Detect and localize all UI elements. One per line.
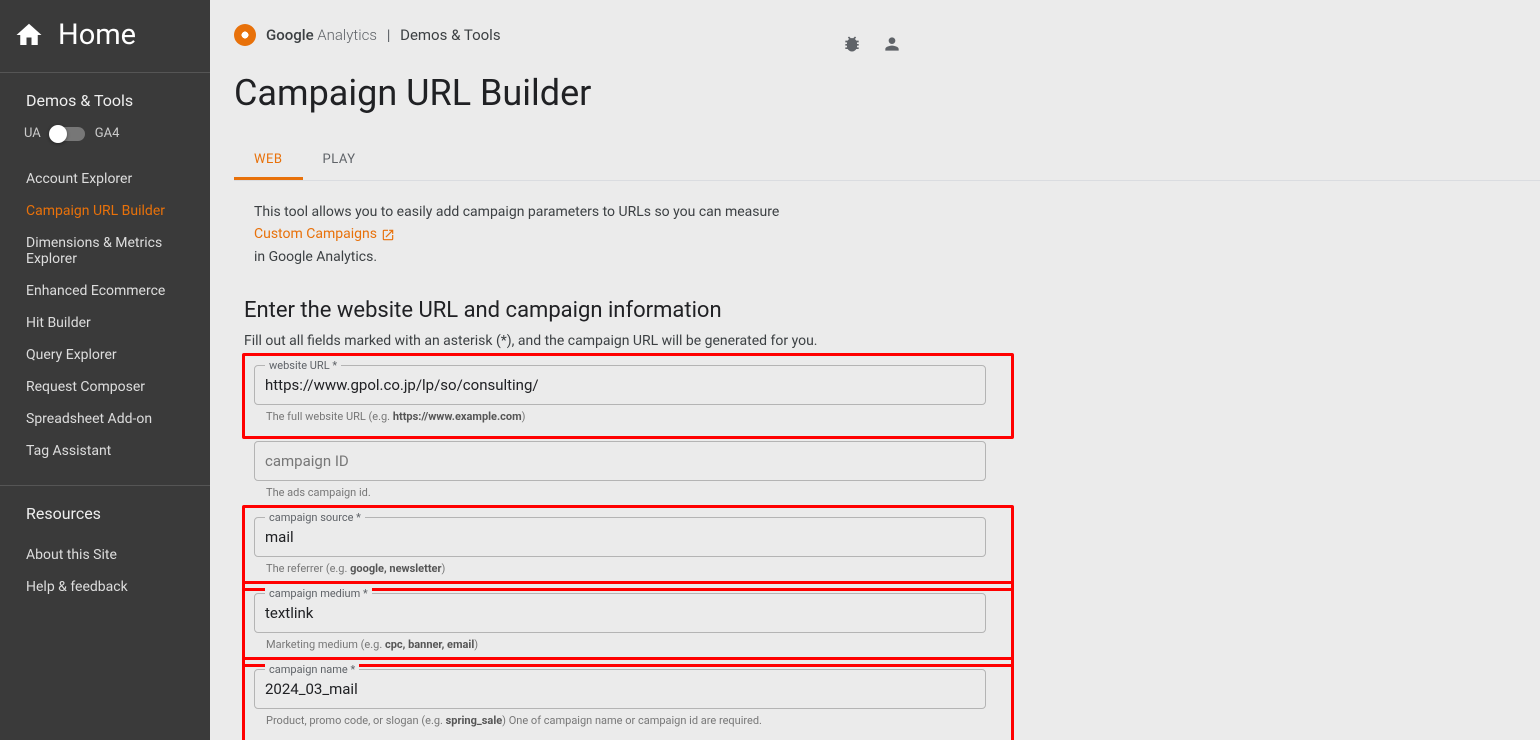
brand-text: Google Analytics | Demos & Tools: [266, 26, 501, 44]
page-title: Campaign URL Builder: [210, 54, 1540, 140]
ua-ga4-toggle-row: UA GA4: [24, 126, 196, 141]
intro-line1: This tool allows you to easily add campa…: [254, 204, 779, 220]
campaign-name-field: campaign name *: [254, 669, 986, 709]
nav-request-composer[interactable]: Request Composer: [26, 371, 196, 403]
ua-ga4-toggle[interactable]: [51, 127, 85, 141]
campaign-name-helper: Product, promo code, or slogan (e.g. spr…: [266, 714, 986, 727]
campaign-medium-helper: Marketing medium (e.g. cpc, banner, emai…: [266, 638, 986, 651]
brand-sub: Demos & Tools: [400, 26, 500, 44]
brand[interactable]: Google Analytics | Demos & Tools: [234, 24, 501, 46]
nav-help[interactable]: Help & feedback: [26, 571, 196, 603]
sidebar-home-label: Home: [58, 18, 136, 52]
tab-web[interactable]: WEB: [234, 140, 303, 180]
header: Google Analytics | Demos & Tools: [210, 0, 1540, 54]
toggle-label-ua: UA: [24, 126, 41, 141]
tab-play[interactable]: PLAY: [303, 140, 376, 180]
website-url-input[interactable]: [265, 366, 975, 404]
campaign-name-field-wrap: campaign name * Product, promo code, or …: [254, 669, 986, 727]
campaign-medium-field-wrap: campaign medium * Marketing medium (e.g.…: [254, 593, 986, 651]
sidebar-home[interactable]: Home: [0, 0, 210, 73]
custom-campaigns-link[interactable]: Custom Campaigns: [254, 223, 395, 245]
form-instructions: Fill out all fields marked with an aster…: [244, 333, 986, 349]
brand-analytics: Analytics: [314, 26, 377, 44]
sidebar-resources-title: Resources: [26, 504, 196, 523]
nav-tag-assistant[interactable]: Tag Assistant: [26, 435, 196, 467]
website-url-field-wrap: website URL * The full website URL (e.g.…: [254, 365, 986, 423]
account-icon[interactable]: [882, 34, 902, 54]
sidebar-demos-title: Demos & Tools: [26, 91, 196, 110]
campaign-medium-field: campaign medium *: [254, 593, 986, 633]
content: This tool allows you to easily add campa…: [210, 181, 1010, 740]
intro-text: This tool allows you to easily add campa…: [254, 201, 986, 268]
nav-query-explorer[interactable]: Query Explorer: [26, 339, 196, 371]
campaign-id-helper: The ads campaign id.: [266, 486, 986, 499]
main: Google Analytics | Demos & Tools Campaig…: [210, 0, 1540, 740]
campaign-id-input[interactable]: [265, 442, 975, 480]
sidebar-resources-nav: About this Site Help & feedback: [26, 539, 196, 603]
website-url-label: website URL *: [265, 359, 341, 372]
brand-google: Google: [266, 26, 314, 44]
header-icons: [842, 34, 902, 54]
campaign-source-field-wrap: campaign source * The referrer (e.g. goo…: [254, 517, 986, 575]
campaign-source-input[interactable]: [265, 518, 975, 556]
tabs: WEB PLAY: [234, 140, 1540, 181]
campaign-name-input[interactable]: [265, 670, 975, 708]
campaign-name-label: campaign name *: [265, 663, 359, 676]
nav-enhanced-ecommerce[interactable]: Enhanced Ecommerce: [26, 275, 196, 307]
link-label: Custom Campaigns: [254, 223, 377, 245]
campaign-id-field-wrap: The ads campaign id.: [254, 441, 986, 499]
sidebar-nav: Account Explorer Campaign URL Builder Di…: [26, 163, 196, 467]
campaign-source-label: campaign source *: [265, 511, 365, 524]
sidebar: Home Demos & Tools UA GA4 Account Explor…: [0, 0, 210, 740]
nav-spreadsheet-addon[interactable]: Spreadsheet Add-on: [26, 403, 196, 435]
campaign-id-field: [254, 441, 986, 481]
analytics-icon: [234, 24, 256, 46]
nav-about[interactable]: About this Site: [26, 539, 196, 571]
form-title: Enter the website URL and campaign infor…: [244, 298, 986, 323]
toggle-knob: [49, 125, 67, 143]
external-link-icon: [381, 228, 395, 242]
sidebar-resources-section: Resources About this Site Help & feedbac…: [0, 485, 210, 603]
nav-account-explorer[interactable]: Account Explorer: [26, 163, 196, 195]
website-url-helper: The full website URL (e.g. https://www.e…: [266, 410, 986, 423]
bug-icon[interactable]: [842, 34, 862, 54]
website-url-field: website URL *: [254, 365, 986, 405]
intro-line2: in Google Analytics.: [254, 249, 377, 265]
nav-hit-builder[interactable]: Hit Builder: [26, 307, 196, 339]
home-icon: [14, 20, 44, 50]
nav-dimensions-metrics[interactable]: Dimensions & Metrics Explorer: [26, 227, 196, 275]
campaign-medium-label: campaign medium *: [265, 587, 372, 600]
campaign-source-helper: The referrer (e.g. google, newsletter): [266, 562, 986, 575]
campaign-source-field: campaign source *: [254, 517, 986, 557]
nav-campaign-url-builder[interactable]: Campaign URL Builder: [26, 195, 196, 227]
brand-sep: |: [387, 26, 391, 44]
sidebar-demos-section: Demos & Tools UA GA4 Account Explorer Ca…: [0, 73, 210, 467]
toggle-label-ga4: GA4: [95, 126, 120, 141]
